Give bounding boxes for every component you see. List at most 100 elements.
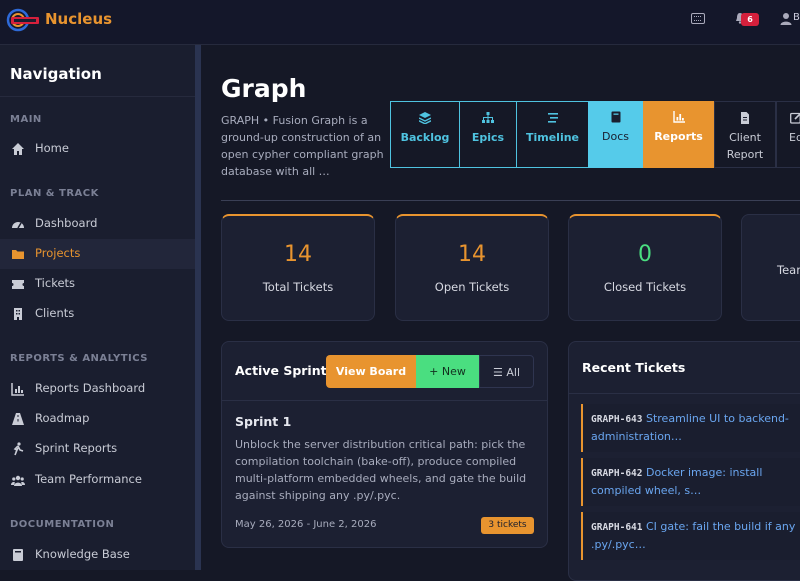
sidebar-item-home[interactable]: Home bbox=[0, 134, 195, 164]
sidebar-item-clients[interactable]: Clients bbox=[0, 299, 195, 329]
all-label: All bbox=[506, 366, 520, 379]
new-sprint-button[interactable]: + New bbox=[416, 355, 479, 388]
project-tabs: Backlog Epics Timeline Docs Reports Clie… bbox=[390, 101, 800, 168]
page-title: Graph bbox=[221, 74, 307, 103]
sidebar-item-team-performance[interactable]: Team Performance bbox=[0, 465, 195, 495]
tab-reports[interactable]: Reports bbox=[643, 101, 714, 168]
list-icon: ☰ bbox=[493, 366, 507, 379]
recent-tickets-divider bbox=[569, 393, 800, 394]
sidebar-item-dashboard[interactable]: Dashboard bbox=[0, 209, 195, 239]
ticket-line: GRAPH-643 Streamline UI to backend-admin… bbox=[591, 410, 800, 445]
sprint-name[interactable]: Sprint 1 bbox=[235, 414, 291, 429]
sidebar-item-roadmap[interactable]: Roadmap bbox=[0, 404, 195, 434]
section-label-reports-analytics: REPORTS & ANALYTICS bbox=[10, 353, 148, 364]
list-item[interactable]: GRAPH-643 Streamline UI to backend-admin… bbox=[581, 404, 800, 452]
tab-epics[interactable]: Epics bbox=[459, 101, 517, 168]
book-icon bbox=[13, 549, 23, 561]
sidebar-item-label: Knowledge Base bbox=[35, 547, 130, 561]
ticket-line: GRAPH-641 CI gate: fail the build if any… bbox=[591, 518, 800, 553]
sidebar-item-label: Tickets bbox=[35, 276, 76, 290]
user-icon[interactable] bbox=[780, 12, 792, 25]
stat-label: Team bbox=[777, 263, 800, 277]
stat-label: Closed Tickets bbox=[603, 280, 687, 294]
file-icon bbox=[741, 112, 749, 124]
sprint-panel-title: Active Sprint bbox=[235, 363, 327, 378]
sprint-ticket-count-badge: 3 tickets bbox=[481, 517, 534, 534]
plus-icon: + bbox=[429, 365, 442, 378]
folder-icon bbox=[12, 250, 24, 259]
sidebar-scrollbar[interactable] bbox=[195, 45, 201, 570]
sidebar-item-label: Dashboard bbox=[35, 216, 98, 230]
sidebar-item-label: Clients bbox=[35, 306, 75, 320]
ticket-icon bbox=[12, 280, 24, 289]
tab-label: Timeline bbox=[525, 131, 580, 144]
sitemap-icon bbox=[482, 112, 494, 123]
sidebar-item-tickets[interactable]: Tickets bbox=[0, 269, 195, 299]
sidebar-item-label: Reports Dashboard bbox=[35, 381, 146, 395]
sidebar-heading: Navigation bbox=[10, 65, 102, 83]
home-icon bbox=[12, 143, 24, 155]
new-label: New bbox=[441, 365, 466, 378]
stat-card-total-tickets: 14 Total Tickets bbox=[221, 214, 375, 321]
tab-backlog[interactable]: Backlog bbox=[390, 101, 460, 168]
project-description: GRAPH • Fusion Graph is a ground-up cons… bbox=[221, 114, 384, 178]
view-board-button[interactable]: View Board bbox=[326, 355, 416, 388]
all-sprints-button[interactable]: ☰ All bbox=[479, 355, 534, 388]
sidebar-item-label: Team Performance bbox=[35, 472, 142, 486]
sidebar-item-label: Sprint Reports bbox=[35, 441, 118, 455]
ticket-id: GRAPH-642 bbox=[591, 468, 643, 479]
tab-label: Ed bbox=[789, 131, 800, 144]
stat-label: Total Tickets bbox=[262, 280, 334, 294]
nucleus-logo[interactable] bbox=[6, 8, 40, 32]
notification-count-badge[interactable]: 6 bbox=[741, 13, 759, 26]
list-item[interactable]: GRAPH-641 CI gate: fail the build if any… bbox=[581, 512, 800, 560]
keyboard-icon[interactable] bbox=[691, 13, 705, 24]
user-menu-label[interactable]: B bbox=[793, 12, 800, 23]
sidebar-item-projects[interactable]: Projects bbox=[0, 239, 195, 269]
bars-icon bbox=[547, 113, 558, 123]
chart-icon bbox=[672, 111, 685, 123]
ticket-id: GRAPH-643 bbox=[591, 414, 643, 425]
users-icon bbox=[11, 475, 25, 486]
recent-tickets-title: Recent Tickets bbox=[582, 360, 686, 375]
stat-card-team: Team bbox=[741, 214, 800, 321]
section-label-main: MAIN bbox=[10, 114, 42, 125]
sidebar-item-reports-dashboard[interactable]: Reports Dashboard bbox=[0, 374, 195, 404]
tab-docs[interactable]: Docs bbox=[588, 101, 643, 168]
stat-value: 14 bbox=[458, 242, 486, 267]
tab-label: Reports bbox=[654, 130, 703, 143]
view-board-label: View Board bbox=[335, 365, 407, 378]
section-label-plan-track: PLAN & TRACK bbox=[10, 188, 99, 199]
tab-label: Client Report bbox=[726, 131, 764, 161]
sidebar-item-knowledge-base[interactable]: Knowledge Base bbox=[0, 540, 195, 570]
tab-client-report[interactable]: Client Report bbox=[714, 101, 776, 168]
tab-edit[interactable]: Ed bbox=[776, 101, 800, 168]
header-divider bbox=[221, 200, 800, 201]
stat-card-open-tickets: 14 Open Tickets bbox=[395, 214, 549, 321]
tab-label: Docs bbox=[602, 130, 629, 143]
stat-label: Open Tickets bbox=[434, 280, 510, 294]
book-icon bbox=[611, 111, 620, 123]
top-bar: Nucleus 6 B bbox=[0, 0, 800, 45]
ticket-id: GRAPH-641 bbox=[591, 522, 643, 533]
edit-icon bbox=[790, 112, 800, 124]
recent-tickets-panel: Recent Tickets GRAPH-643 Streamline UI t… bbox=[568, 341, 800, 581]
sidebar-item-label: Roadmap bbox=[35, 411, 90, 425]
sidebar-divider bbox=[0, 96, 195, 97]
stat-value: 0 bbox=[638, 242, 652, 267]
active-sprint-panel: Active Sprint View Board + New ☰ All Spr… bbox=[221, 341, 548, 548]
layers-icon bbox=[419, 112, 431, 124]
app-brand[interactable]: Nucleus bbox=[45, 10, 112, 28]
section-label-documentation: DOCUMENTATION bbox=[10, 519, 115, 530]
tab-label: Epics bbox=[471, 131, 505, 144]
stat-card-closed-tickets: 0 Closed Tickets bbox=[568, 214, 722, 321]
sprint-dates: May 26, 2026 - June 2, 2026 bbox=[235, 519, 377, 530]
ticket-line: GRAPH-642 Docker image: install compiled… bbox=[591, 464, 800, 499]
building-icon bbox=[14, 308, 22, 320]
list-item[interactable]: GRAPH-642 Docker image: install compiled… bbox=[581, 458, 800, 506]
sidebar-item-label: Home bbox=[35, 141, 69, 155]
tab-timeline[interactable]: Timeline bbox=[516, 101, 589, 168]
sprint-panel-header: Active Sprint View Board + New ☰ All bbox=[222, 342, 547, 401]
sidebar-item-sprint-reports[interactable]: Sprint Reports bbox=[0, 434, 195, 464]
tab-label: Backlog bbox=[400, 131, 450, 144]
